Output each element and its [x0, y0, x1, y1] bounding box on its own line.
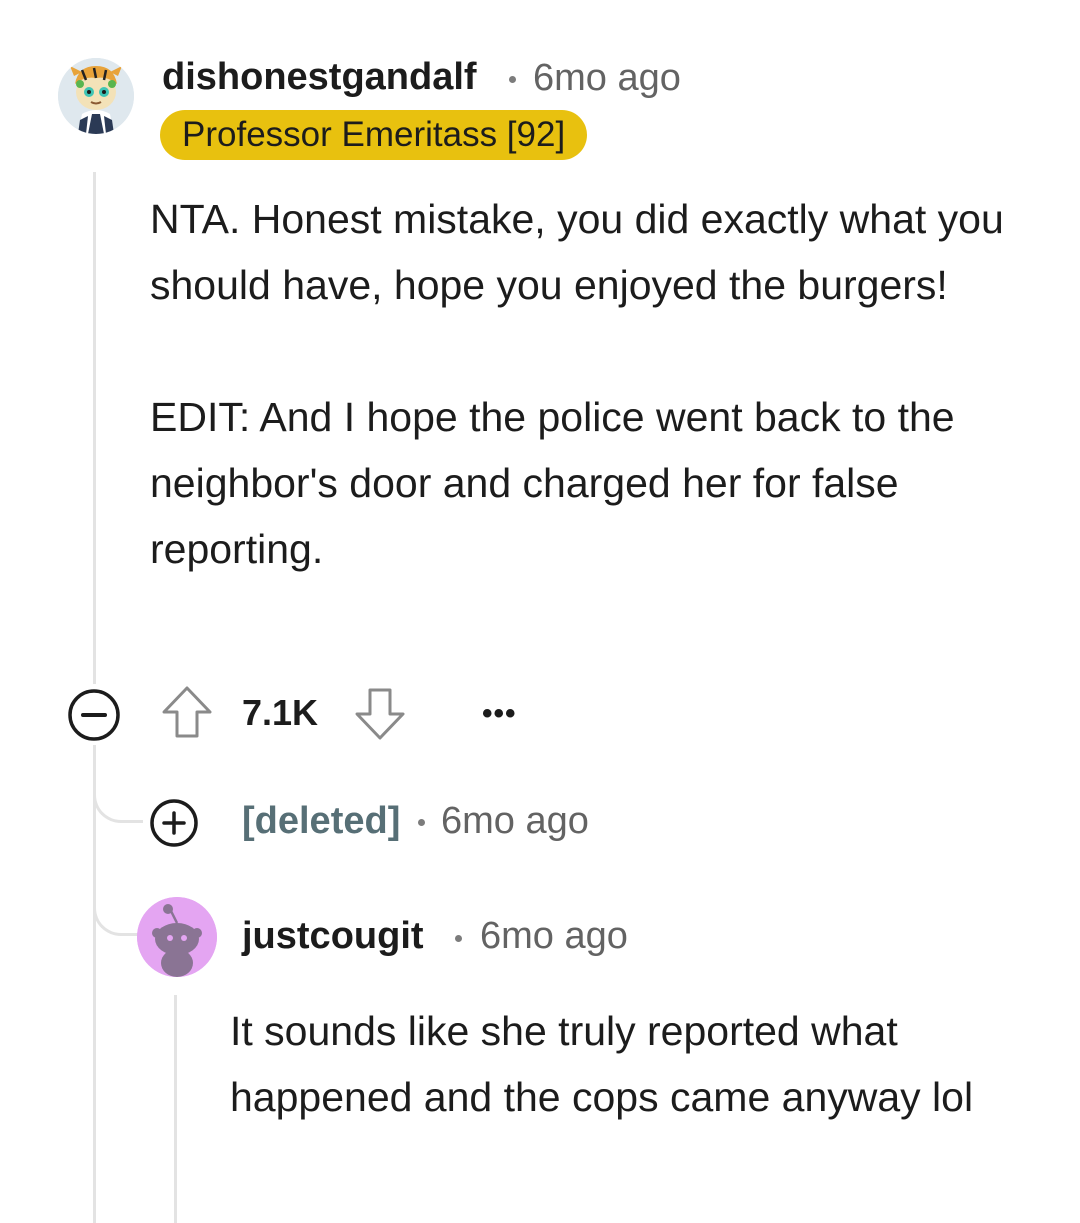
thread-elbow-deleted: [93, 745, 143, 823]
avatar[interactable]: [58, 58, 134, 134]
comment-body: It sounds like she truly reported what h…: [230, 998, 1030, 1130]
thread-line-main[interactable]: [93, 172, 96, 684]
comment-timestamp[interactable]: 6mo ago: [533, 57, 681, 100]
thread-line-main-lower[interactable]: [93, 745, 96, 1223]
meta-separator-dot: [418, 819, 425, 826]
minus-circle-icon[interactable]: [66, 687, 122, 743]
comment-timestamp[interactable]: 6mo ago: [480, 915, 628, 958]
deleted-username: [deleted]: [242, 800, 401, 842]
comment-thread: dishonestgandalf 6mo ago Professor Emeri…: [0, 0, 1080, 1223]
tiger-avatar-icon: [58, 58, 134, 134]
thread-elbow-justcougit: [93, 860, 141, 936]
avatar[interactable]: [137, 897, 217, 977]
meta-separator-dot: [509, 76, 516, 83]
more-options-button[interactable]: •••: [482, 697, 517, 731]
comment-timestamp[interactable]: 6mo ago: [441, 800, 589, 843]
arrow-down-icon[interactable]: [353, 686, 407, 742]
vote-count: 7.1K: [242, 692, 319, 733]
thread-line-reply[interactable]: [174, 995, 177, 1223]
comment-body: NTA. Honest mistake, you did exactly wha…: [150, 186, 1040, 582]
comment-username[interactable]: justcougit: [242, 915, 424, 958]
meta-separator-dot: [455, 935, 462, 942]
arrow-up-icon[interactable]: [160, 684, 214, 740]
comment-paragraph: It sounds like she truly reported what h…: [230, 1008, 974, 1120]
comment-paragraph: NTA. Honest mistake, you did exactly wha…: [150, 196, 1004, 308]
snoo-avatar-icon: [137, 897, 217, 977]
plus-circle-icon[interactable]: [148, 797, 200, 849]
comment-username[interactable]: dishonestgandalf: [162, 56, 477, 99]
user-flair: Professor Emeritass [92]: [160, 110, 588, 160]
comment-paragraph: EDIT: And I hope the police went back to…: [150, 394, 955, 572]
